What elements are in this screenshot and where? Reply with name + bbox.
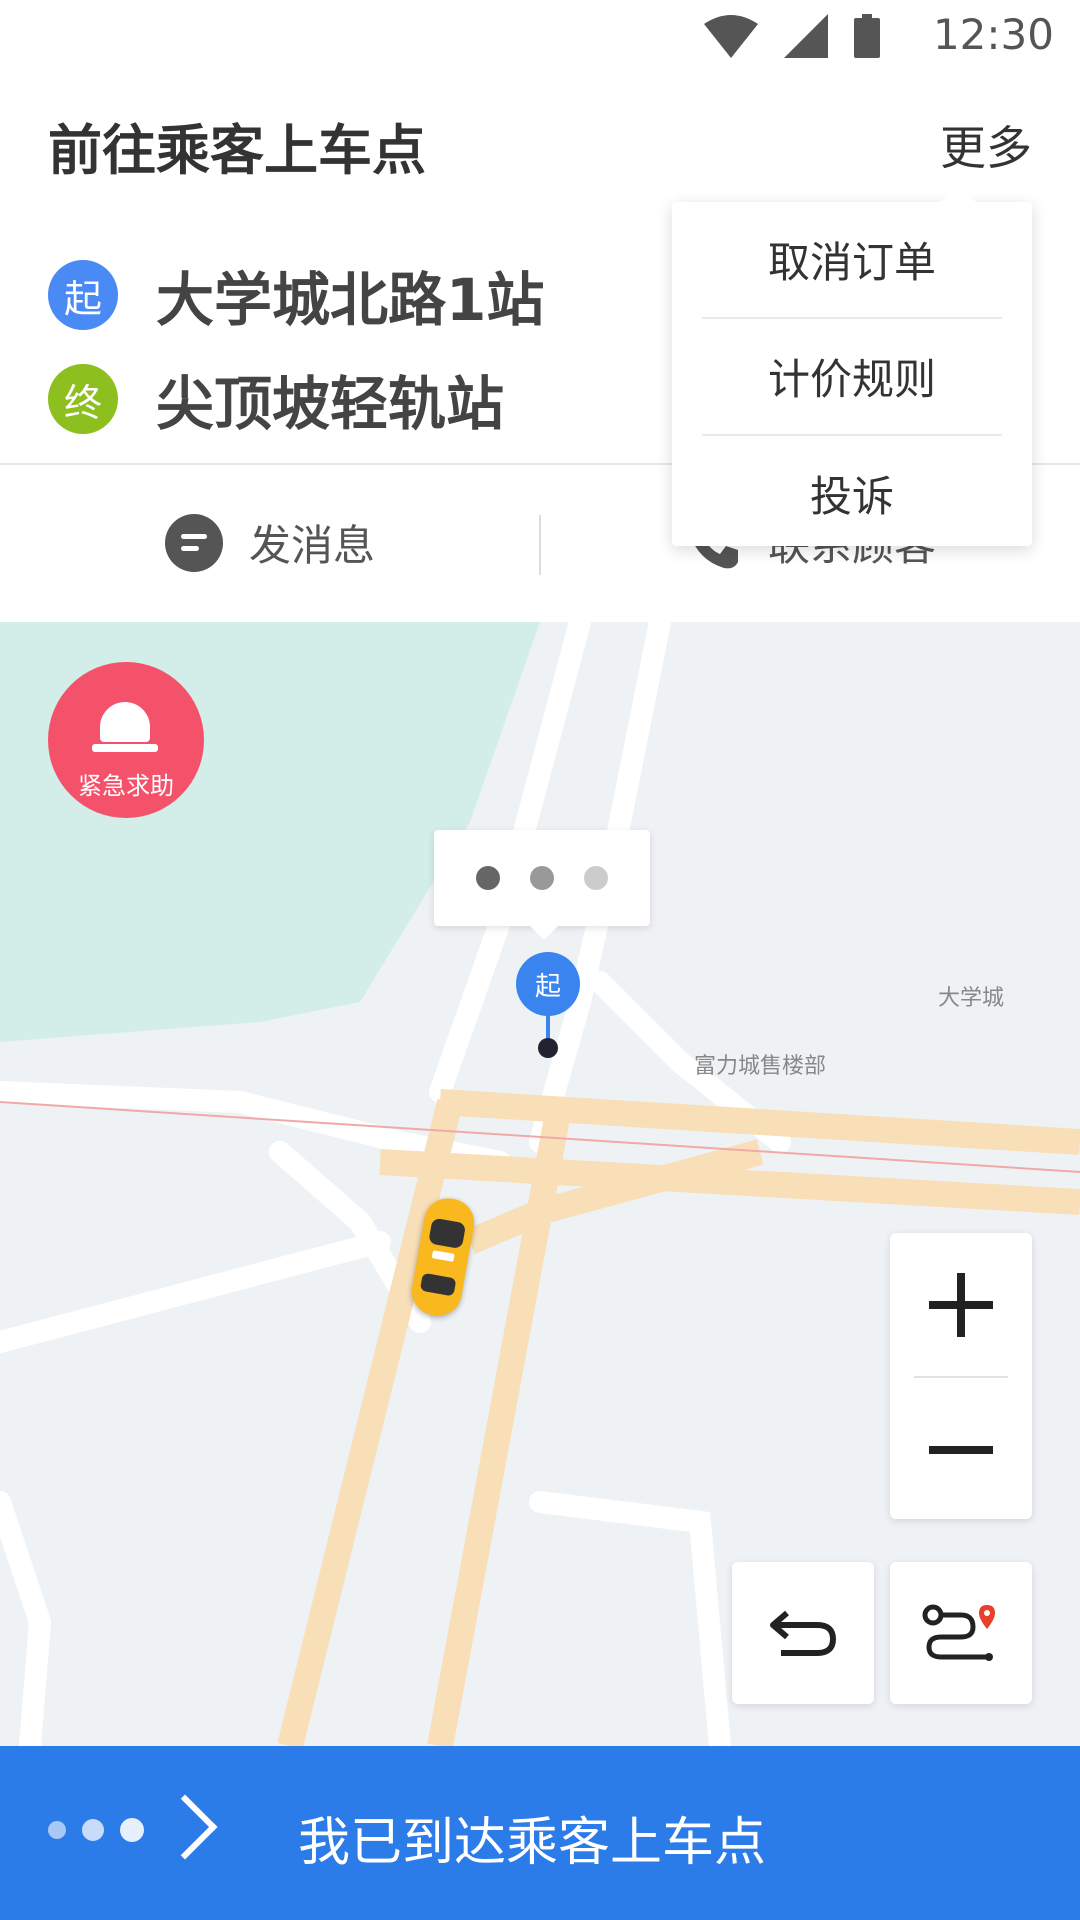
menu-item-complaint[interactable]: 投诉 — [702, 436, 1002, 551]
loading-dot — [530, 866, 554, 890]
send-message-button[interactable]: 发消息 — [0, 465, 540, 620]
emergency-help-label: 紧急求助 — [78, 772, 174, 800]
more-dropdown-menu: 取消订单 计价规则 投诉 — [672, 184, 1032, 546]
zoom-out-button[interactable] — [890, 1378, 1032, 1521]
start-pin[interactable]: 起 — [516, 952, 580, 1016]
map-label-university-town: 大学城 — [938, 986, 1005, 1011]
zoom-in-button[interactable] — [890, 1233, 1032, 1376]
chevron-right-icon — [152, 1794, 218, 1860]
end-badge: 终 — [48, 364, 118, 434]
menu-item-pricing-rules[interactable]: 计价规则 — [702, 319, 1002, 436]
map-label-sales-office: 富力城售楼部 — [694, 1054, 827, 1079]
swipe-hint-dots — [48, 1818, 144, 1842]
loading-dot — [584, 866, 608, 890]
status-time: 12:30 — [932, 10, 1054, 59]
emergency-help-button[interactable]: 紧急求助 — [48, 662, 204, 818]
start-location: 大学城北路1站 — [156, 266, 545, 334]
cellular-signal-icon — [784, 14, 828, 58]
more-button[interactable]: 更多 — [940, 112, 1032, 178]
car-roof-sign — [431, 1250, 455, 1262]
arrived-at-pickup-button[interactable]: 我已到达乘客上车点 — [0, 1746, 1080, 1920]
start-pin-base — [538, 1038, 558, 1058]
alarm-icon — [92, 702, 158, 752]
menu-item-cancel-order[interactable]: 取消订单 — [702, 202, 1002, 319]
page-title: 前往乘客上车点 — [48, 119, 426, 182]
arrived-at-pickup-label: 我已到达乘客上车点 — [298, 1813, 767, 1873]
route-icon — [922, 1604, 995, 1661]
start-badge: 起 — [48, 260, 118, 330]
status-bar: 12:30 — [0, 0, 1080, 72]
route-overview-button[interactable] — [890, 1562, 1032, 1704]
loading-bubble — [434, 830, 650, 940]
back-arrow-icon — [770, 1610, 837, 1656]
zoom-controls — [890, 1233, 1032, 1519]
car-rear-window — [419, 1272, 457, 1297]
message-icon — [164, 513, 223, 572]
battery-icon — [854, 14, 880, 58]
hint-dot — [82, 1819, 104, 1841]
hint-dot — [48, 1821, 66, 1839]
recenter-button[interactable] — [732, 1562, 874, 1704]
end-location-row: 终 尖顶坡轻轨站 — [48, 357, 504, 441]
end-location: 尖顶坡轻轨站 — [156, 370, 505, 438]
car-windshield — [428, 1217, 467, 1250]
minus-icon — [929, 1445, 993, 1454]
loading-dot — [476, 866, 500, 890]
header: 前往乘客上车点 更多 — [0, 72, 1080, 219]
start-location-row: 起 大学城北路1站 — [48, 253, 544, 337]
send-message-label: 发消息 — [248, 521, 375, 570]
wifi-icon — [704, 15, 758, 58]
plus-icon — [929, 1272, 993, 1337]
hint-dot — [120, 1818, 144, 1842]
